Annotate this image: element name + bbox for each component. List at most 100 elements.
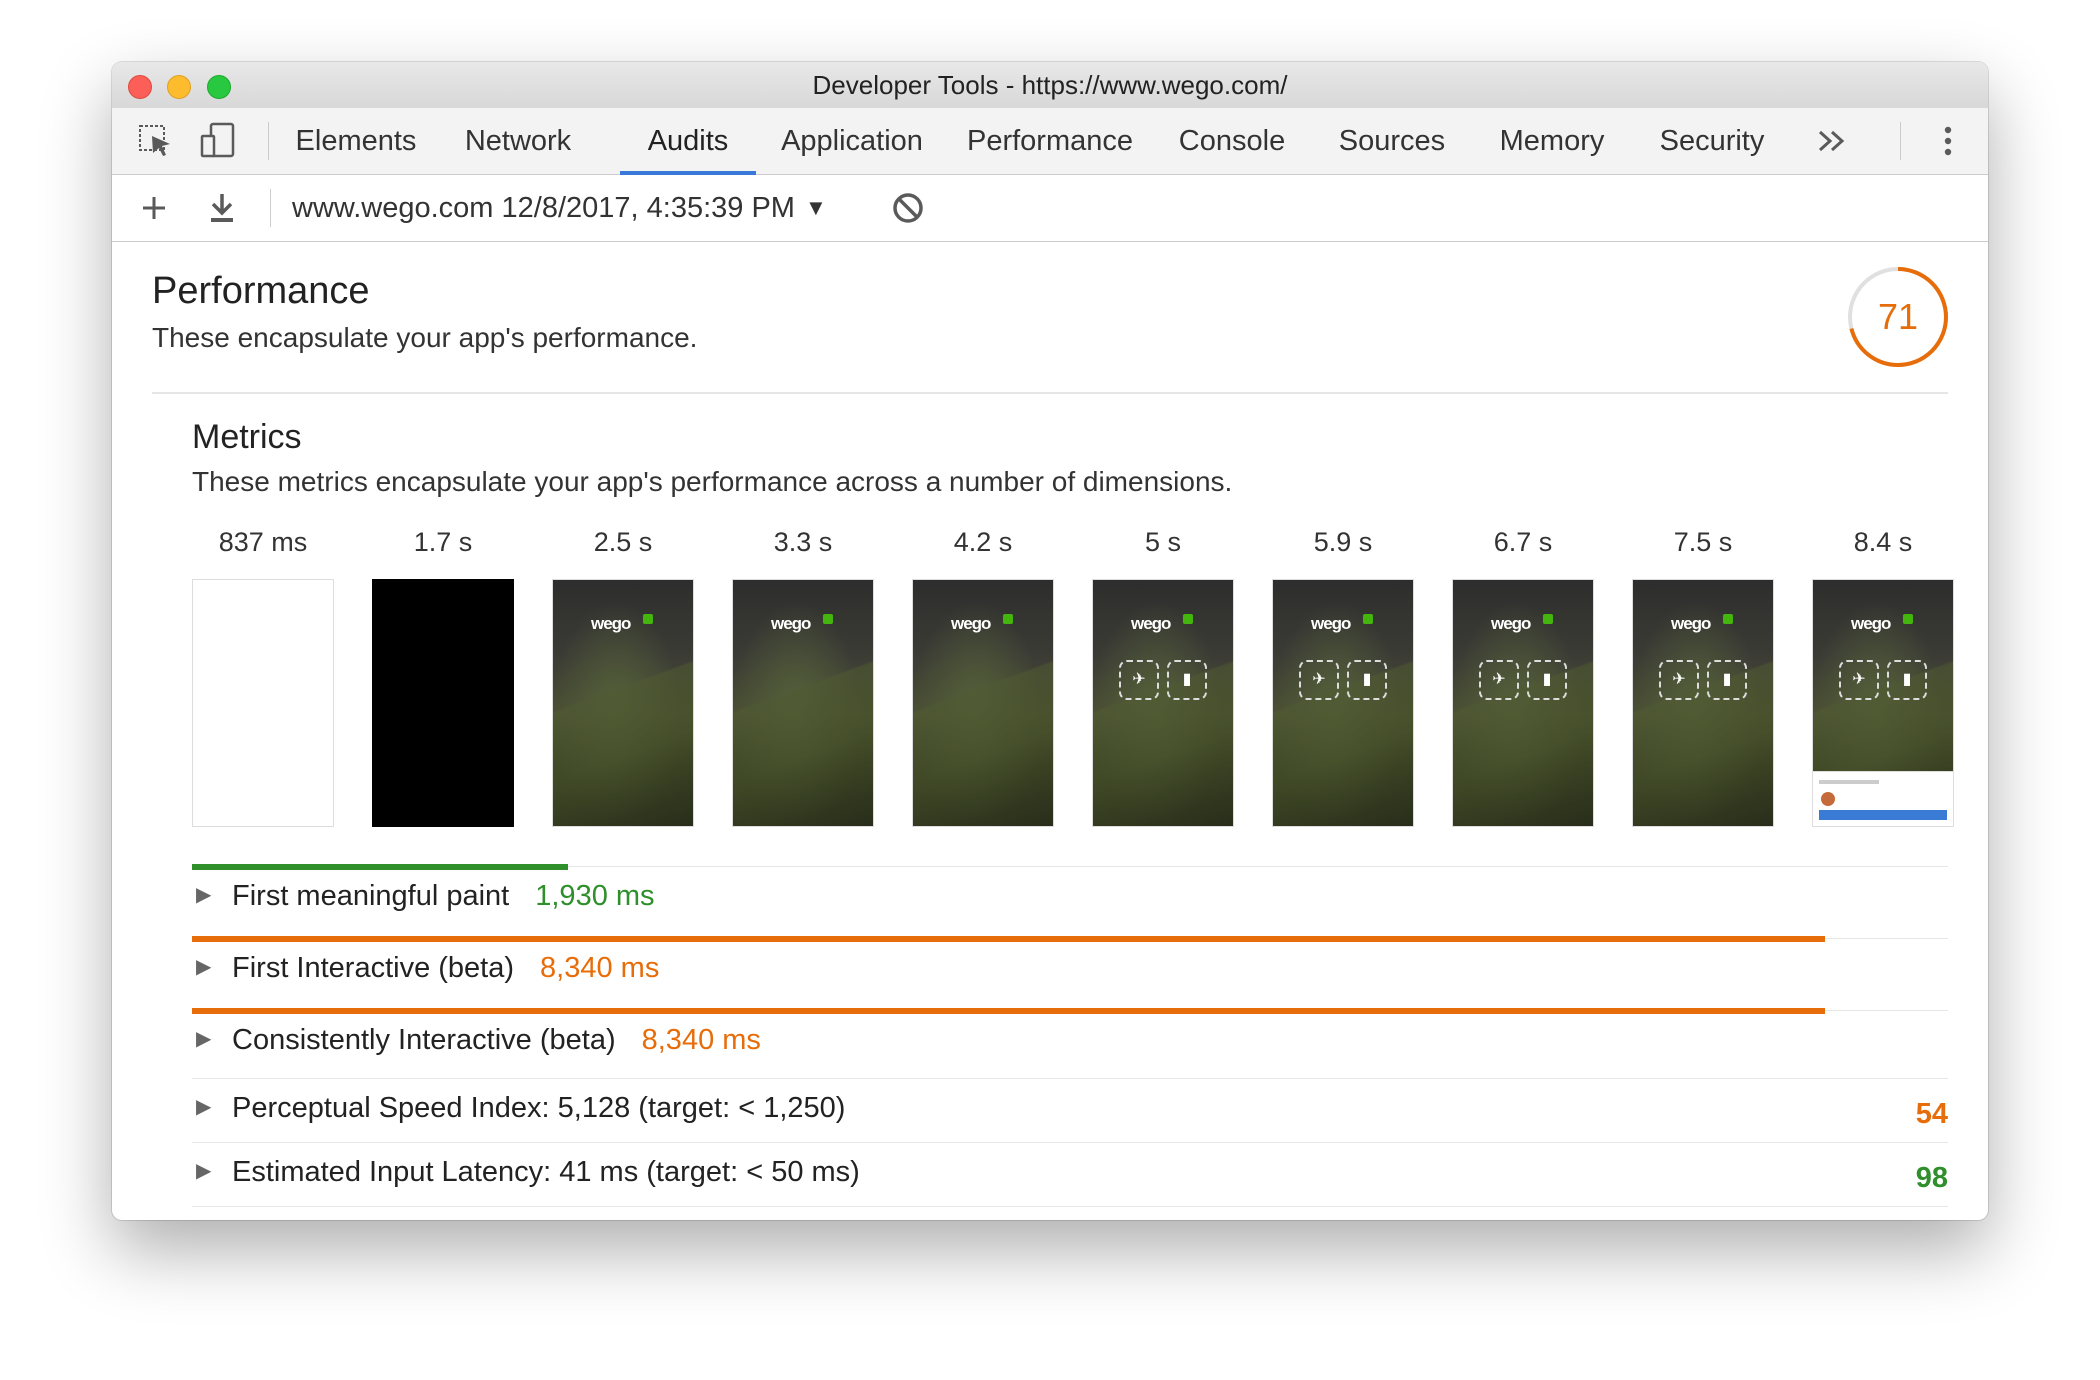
hotel-icon: ▮ <box>1887 660 1927 700</box>
plus-icon[interactable] <box>134 189 174 227</box>
wego-logo: wego <box>1311 614 1351 633</box>
metric-label: First Interactive (beta) <box>232 952 515 984</box>
frame-timestamp: 1.7 s <box>413 527 473 557</box>
filmstrip-frame: 837 ms <box>192 522 334 827</box>
title-bar: Developer Tools - https://www.wego.com/ <box>112 62 1988 108</box>
logo-badge <box>1363 614 1373 624</box>
wego-logo: wego <box>771 614 811 633</box>
metric-value: 1,930 ms <box>535 880 655 912</box>
audit-label: Estimated Input Latency: 41 ms (target: … <box>232 1156 860 1188</box>
hotel-icon: ▮ <box>1347 660 1387 700</box>
search-type-buttons: ✈ ▮ <box>1839 660 1929 700</box>
metric-label: First meaningful paint <box>232 880 510 912</box>
panel-tab-bar: Elements Network Audits Application Perf… <box>112 108 1988 175</box>
disclosure-triangle-icon[interactable]: ▶ <box>196 1026 211 1051</box>
metric-row[interactable]: ▶ First meaningful paint 1,930 ms <box>192 864 1948 934</box>
disclosure-triangle-icon[interactable]: ▶ <box>196 1094 211 1119</box>
tab-audits[interactable]: Audits <box>620 108 756 175</box>
audits-toolbar: www.wego.com 12/8/2017, 4:35:39 PM ▼ <box>112 175 1988 242</box>
filmstrip-frame: 2.5 s wego <box>552 522 694 827</box>
frame-thumbnail: wego ✈ ▮ <box>1092 579 1234 827</box>
disclosure-triangle-icon[interactable]: ▶ <box>196 954 211 979</box>
banner-text-line <box>1819 780 1879 784</box>
wego-logo: wego <box>1671 614 1711 633</box>
metrics-description: These metrics encapsulate your app's per… <box>192 466 1233 497</box>
row-divider <box>192 1206 1948 1207</box>
mountain-image <box>553 640 693 826</box>
avatar <box>1821 792 1835 806</box>
filmstrip-frame: 5.9 s wego ✈ ▮ <box>1272 522 1414 827</box>
frame-thumbnail: wego <box>732 579 874 827</box>
minimize-window-button[interactable] <box>167 75 191 99</box>
audit-score: 98 <box>1915 1162 1948 1194</box>
frame-thumbnail: wego <box>552 579 694 827</box>
tab-application[interactable]: Application <box>756 108 948 174</box>
category-score: 71 <box>1877 296 1919 337</box>
search-type-buttons: ✈ ▮ <box>1479 660 1569 700</box>
report-selector[interactable]: www.wego.com 12/8/2017, 4:35:39 PM ▼ <box>292 175 827 241</box>
disclosure-triangle-icon[interactable]: ▶ <box>196 882 211 907</box>
logo-badge <box>643 614 653 624</box>
metric-label: Consistently Interactive (beta) <box>232 1024 616 1056</box>
filmstrip-frame: 5 s wego ✈ ▮ <box>1092 522 1234 827</box>
metric-row[interactable]: ▶ Consistently Interactive (beta) 8,340 ms <box>192 1008 1948 1078</box>
wego-logo: wego <box>1491 614 1531 633</box>
close-window-button[interactable] <box>128 75 152 99</box>
frame-timestamp: 837 ms <box>218 527 308 557</box>
frame-thumbnail: wego <box>912 579 1054 827</box>
hotel-icon: ▮ <box>1707 660 1747 700</box>
window-title: Developer Tools - https://www.wego.com/ <box>812 70 1288 100</box>
tab-elements[interactable]: Elements <box>266 108 446 174</box>
metric-row[interactable]: ▶ First Interactive (beta) 8,340 ms <box>192 936 1948 1006</box>
tab-network[interactable]: Network <box>446 108 590 174</box>
metric-value: 8,340 ms <box>641 1024 761 1056</box>
tab-performance[interactable]: Performance <box>948 108 1152 174</box>
frame-timestamp: 7.5 s <box>1673 527 1733 557</box>
row-divider <box>192 1078 1948 1079</box>
row-divider <box>192 1142 1948 1143</box>
frame-timestamp: 3.3 s <box>773 527 833 557</box>
search-type-buttons: ✈ ▮ <box>1119 660 1209 700</box>
frame-timestamp: 5 s <box>1144 527 1182 557</box>
audit-score: 54 <box>1915 1098 1948 1130</box>
search-type-buttons: ✈ ▮ <box>1659 660 1749 700</box>
tab-console[interactable]: Console <box>1152 108 1312 174</box>
double-chevron-right-icon[interactable] <box>1812 122 1852 160</box>
device-toolbar-icon[interactable] <box>198 122 238 160</box>
mountain-image <box>913 640 1053 826</box>
wego-logo: wego <box>1851 614 1891 633</box>
logo-badge <box>1543 614 1553 624</box>
logo-badge <box>1003 614 1013 624</box>
airplane-icon: ✈ <box>1119 660 1159 700</box>
divider <box>1900 122 1901 160</box>
mountain-image <box>733 640 873 826</box>
airplane-icon: ✈ <box>1299 660 1339 700</box>
tab-security[interactable]: Security <box>1632 108 1792 174</box>
wego-logo: wego <box>951 614 991 633</box>
inspect-element-icon[interactable] <box>136 122 176 160</box>
metric-timeline-bar <box>192 936 1825 942</box>
metric-value: 8,340 ms <box>540 952 660 984</box>
download-icon[interactable] <box>202 189 242 227</box>
filmstrip-frame: 4.2 s wego <box>912 522 1054 827</box>
zoom-window-button[interactable] <box>207 75 231 99</box>
hotel-icon: ▮ <box>1167 660 1207 700</box>
vertical-ellipsis-icon[interactable] <box>1928 122 1968 160</box>
tab-sources[interactable]: Sources <box>1312 108 1472 174</box>
clear-icon[interactable] <box>888 189 928 227</box>
tab-memory[interactable]: Memory <box>1472 108 1632 174</box>
frame-thumbnail <box>192 579 334 827</box>
airplane-icon: ✈ <box>1479 660 1519 700</box>
disclosure-triangle-icon[interactable]: ▶ <box>196 1158 211 1183</box>
frame-timestamp: 8.4 s <box>1853 527 1913 557</box>
wego-logo: wego <box>1131 614 1171 633</box>
divider <box>270 189 271 227</box>
airplane-icon: ✈ <box>1839 660 1879 700</box>
frame-timestamp: 2.5 s <box>593 527 653 557</box>
audit-row[interactable]: ▶ Estimated Input Latency: 41 ms (target:… <box>192 1144 1948 1206</box>
frame-thumbnail <box>372 579 514 827</box>
filmstrip-frame: 6.7 s wego ✈ ▮ <box>1452 522 1594 827</box>
hotel-icon: ▮ <box>1527 660 1567 700</box>
audit-row[interactable]: ▶ Perceptual Speed Index: 5,128 (target: … <box>192 1080 1948 1142</box>
report-selector-label: www.wego.com 12/8/2017, 4:35:39 PM <box>292 192 795 224</box>
